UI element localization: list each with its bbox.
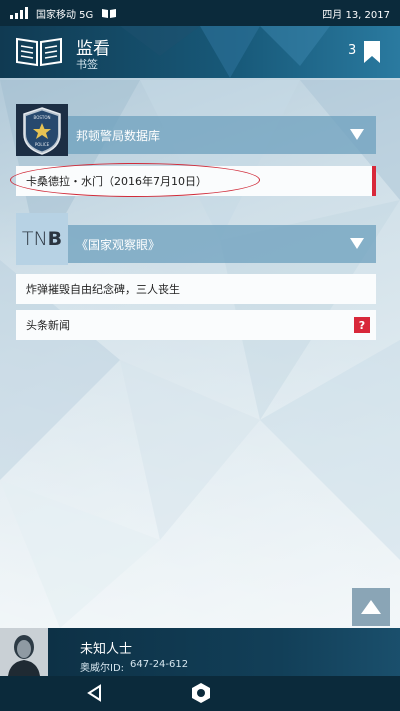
avatar xyxy=(0,628,48,676)
status-date: 四月 13, 2017 xyxy=(322,9,390,21)
profile-bar: 未知人士 奥威尔ID: 647-24-612 xyxy=(0,628,400,676)
person-silhouette-icon xyxy=(0,628,48,676)
section-label: 《国家观察眼》 xyxy=(76,238,161,252)
navigation-bar xyxy=(0,676,400,711)
chevron-down-icon[interactable] xyxy=(350,238,364,249)
section-header[interactable]: 《国家观察眼》 xyxy=(16,225,376,263)
page-subtitle: 书签 xyxy=(76,58,98,71)
profile-id-value: 647-24-612 xyxy=(130,659,189,670)
profile-name: 未知人士 xyxy=(80,642,133,657)
list-item[interactable]: 头条新闻 ? xyxy=(16,310,376,340)
tnb-logo-text-a: TN xyxy=(21,228,48,250)
police-badge-icon: BOSTON POLICE xyxy=(23,107,61,155)
tnb-logo-text-b: B xyxy=(47,228,63,250)
list-item-label: 炸弹摧毁自由纪念碑，三人丧生 xyxy=(26,283,180,296)
question-badge-icon: ? xyxy=(354,317,370,333)
list-item-label: 头条新闻 xyxy=(26,319,70,332)
scroll-top-button[interactable] xyxy=(352,588,390,626)
police-badge-thumbnail: BOSTON POLICE xyxy=(16,104,68,156)
app-header: 监看 书签 3 xyxy=(0,26,400,78)
book-icon xyxy=(102,8,117,18)
svg-text:BOSTON: BOSTON xyxy=(34,115,51,120)
bookmark-icon[interactable] xyxy=(363,40,381,64)
tnb-logo-thumbnail: TN B xyxy=(16,213,68,265)
section-header[interactable]: 邦顿警局数据库 xyxy=(16,116,376,154)
list-item[interactable]: 炸弹摧毁自由纪念碑，三人丧生 xyxy=(16,274,376,304)
carrier-label: 国家移动 5G xyxy=(36,9,94,21)
book-logo-icon xyxy=(16,37,62,67)
highlight-circle xyxy=(10,163,260,197)
svg-text:POLICE: POLICE xyxy=(35,142,50,147)
section-label: 邦顿警局数据库 xyxy=(76,129,161,143)
bookmark-count: 3 xyxy=(348,43,357,58)
arrow-up-icon xyxy=(361,600,381,614)
chevron-down-icon[interactable] xyxy=(350,129,364,140)
status-bar: 国家移动 5G 四月 13, 2017 xyxy=(0,0,400,26)
signal-icon xyxy=(10,7,28,19)
home-icon[interactable] xyxy=(190,682,212,704)
back-icon[interactable] xyxy=(86,684,104,702)
profile-id-label: 奥威尔ID: xyxy=(80,663,125,674)
